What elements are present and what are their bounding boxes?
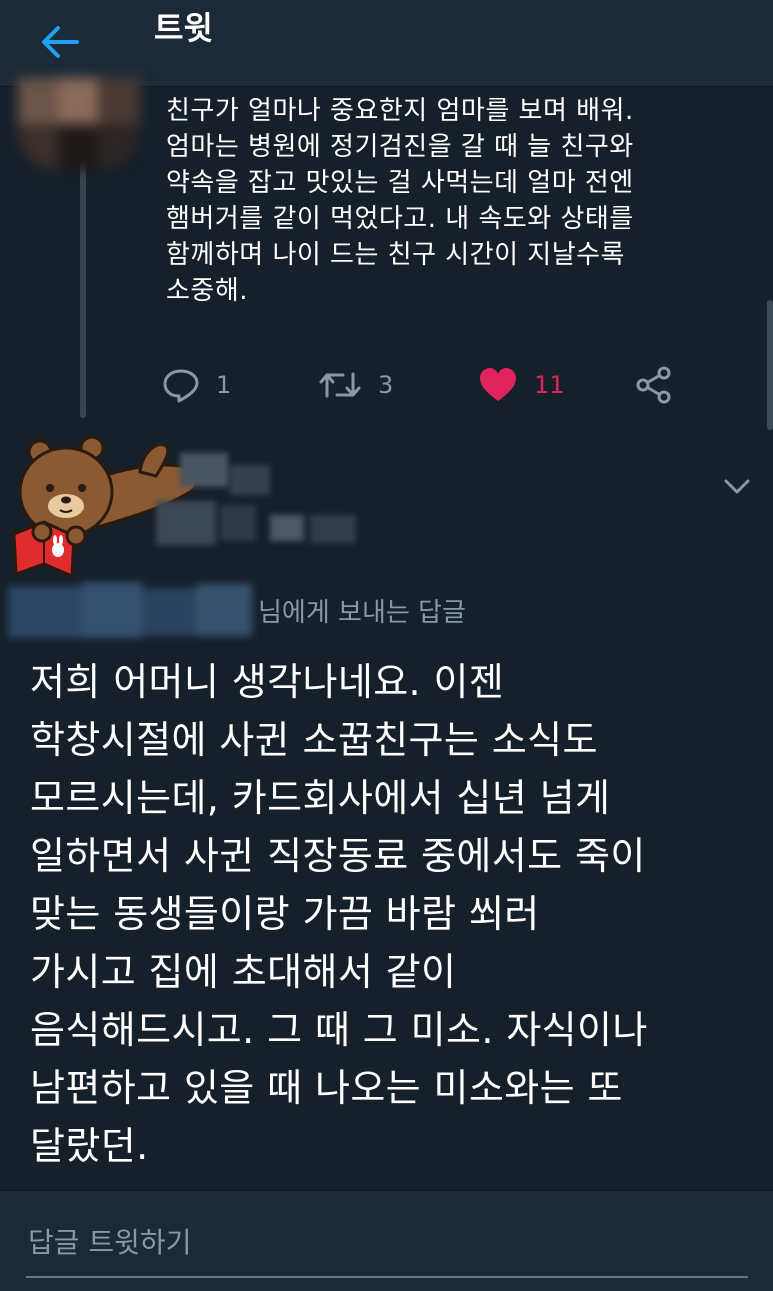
reply-input[interactable]: 답글 트윗하기: [28, 1221, 191, 1261]
tweet-actions: 1 3 11: [162, 362, 722, 412]
input-underline: [26, 1276, 748, 1278]
reply-line: 음식해드시고. 그 때 그 미소. 자식이나: [30, 1008, 648, 1052]
tweet-menu-button[interactable]: [720, 470, 754, 502]
reply-line: 일하면서 사귄 직장동료 중에서도 죽이: [30, 834, 646, 878]
back-button[interactable]: [36, 18, 84, 66]
reply-text: 저희 어머니 생각나네요. 이젠 학창시절에 사귄 소꿉친구는 소식도 모르시는…: [30, 653, 760, 1175]
username-blurred: [150, 445, 370, 555]
retweet-count: 3: [378, 371, 394, 399]
tweet-line: 함께하며 나이 드는 친구 시간이 지날수록: [166, 240, 625, 270]
reply-to-label: 님에게 보내는 답글: [258, 598, 466, 628]
like-count: 11: [534, 371, 565, 399]
avatar[interactable]: [18, 78, 140, 170]
reply-line: 맞는 동생들이랑 가끔 바람 쐬러: [30, 892, 540, 936]
reply-button[interactable]: 1: [162, 362, 231, 408]
compose-reply-area: 답글 트윗하기: [0, 1190, 773, 1291]
reply-line: 모르시는데, 카드회사에서 십년 넘게: [30, 776, 611, 820]
reply-line: 달랐던.: [30, 1124, 149, 1168]
scrollbar[interactable]: [767, 300, 773, 430]
tweet-line: 약속을 잡고 맛있는 걸 사먹는데 얼마 전엔: [166, 168, 634, 198]
reply-line: 학창시절에 사귄 소꿉친구는 소식도: [30, 718, 598, 762]
tweet-line: 친구가 얼마나 중요한지 엄마를 보며 배워.: [166, 96, 634, 126]
reply-count: 1: [216, 371, 232, 399]
reply-line: 남편하고 있을 때 나오는 미소와는 또: [30, 1066, 623, 1110]
arrow-left-icon: [42, 26, 79, 58]
reply-icon: [163, 369, 199, 403]
heart-icon: [480, 368, 516, 401]
tweet-line: 햄버거를 같이 먹었다고. 내 속도와 상태를: [166, 204, 634, 234]
reply-line: 저희 어머니 생각나네요. 이젠: [30, 660, 505, 704]
retweet-button[interactable]: 3: [318, 362, 393, 408]
tweet-text: 친구가 얼마나 중요한지 엄마를 보며 배워. 엄마는 병원에 정기검진을 갈 …: [166, 93, 726, 309]
like-button[interactable]: 11: [478, 362, 565, 408]
share-icon: [636, 366, 671, 404]
replying-to-line: 님에게 보내는 답글: [8, 582, 708, 642]
thread-connector-line: [80, 148, 86, 418]
page-title: 트윗: [154, 9, 213, 47]
tweet-line: 소중해.: [166, 276, 249, 306]
retweet-icon: [319, 372, 361, 398]
chevron-down-icon: [724, 479, 750, 494]
tweet-line: 엄마는 병원에 정기검진을 갈 때 늘 친구와: [166, 132, 634, 162]
share-button[interactable]: [634, 362, 674, 408]
top-bar: 트윗: [0, 0, 773, 87]
reply-to-username-blurred[interactable]: [8, 582, 254, 640]
reply-line: 가시고 집에 초대해서 같이: [30, 950, 457, 994]
